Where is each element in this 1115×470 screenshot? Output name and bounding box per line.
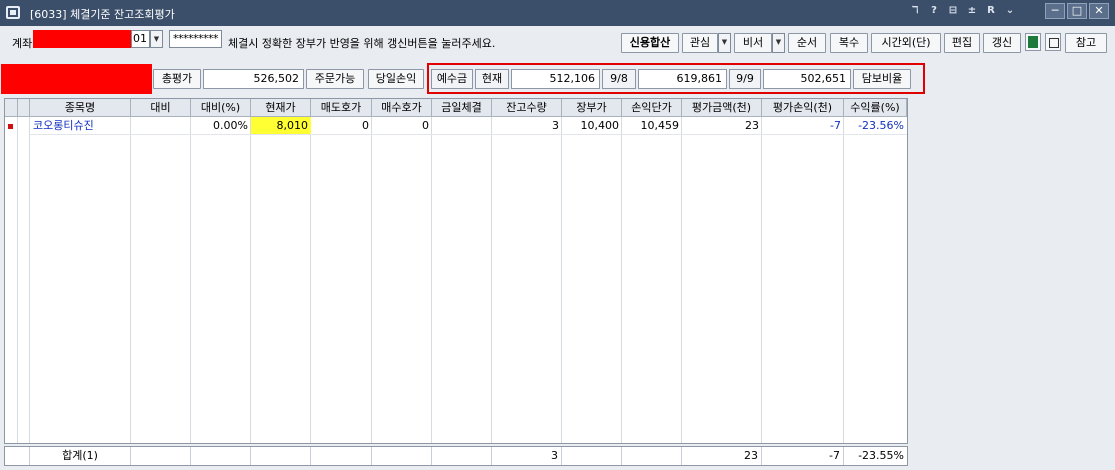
row-change-pct: 0.00% bbox=[191, 117, 251, 135]
col-eval-amt[interactable]: 평가금액(천) bbox=[682, 99, 762, 117]
link-icon[interactable]: ± bbox=[967, 5, 977, 16]
total-eval-value: 526,502 bbox=[203, 69, 304, 89]
account-label: 계좌 bbox=[12, 37, 33, 50]
pin-icon[interactable]: ℸ bbox=[910, 5, 920, 16]
col-eval-pnl[interactable]: 평가손익(천) bbox=[762, 99, 844, 117]
row-today-exec bbox=[432, 117, 492, 135]
col-book-price[interactable]: 장부가 bbox=[562, 99, 622, 117]
interest-dropdown-icon[interactable]: ▼ bbox=[718, 33, 731, 53]
account-number-redacted[interactable] bbox=[33, 30, 131, 48]
totals-qty: 3 bbox=[492, 447, 562, 465]
col-today-exec[interactable]: 금일체결 bbox=[432, 99, 492, 117]
table-header: 종목명 대비 대비(%) 현재가 매도호가 매수호가 금일체결 잔고수량 장부가… bbox=[5, 99, 907, 117]
menu-icon[interactable]: ⌄ bbox=[1005, 5, 1015, 16]
row-price: 8,010 bbox=[251, 117, 311, 135]
col-return-pct[interactable]: 수익률(%) bbox=[844, 99, 907, 117]
secretary-button[interactable]: 비서 bbox=[734, 33, 772, 53]
total-eval-button[interactable]: 총평가 bbox=[153, 69, 201, 89]
totals-return-pct: -23.55% bbox=[858, 449, 904, 462]
main-panel: 계좌 01 ▼ ********* 체결시 정확한 장부가 반영을 위해 갱신버… bbox=[0, 26, 1115, 470]
daily-pnl-button[interactable]: 당일손익 bbox=[368, 69, 424, 89]
print-icon[interactable] bbox=[1045, 33, 1061, 51]
col-bid[interactable]: 매수호가 bbox=[372, 99, 432, 117]
row-eval-amt: 23 bbox=[682, 117, 762, 135]
deposit-highlight-box bbox=[427, 63, 925, 94]
refresh-button[interactable]: 갱신 bbox=[983, 33, 1021, 53]
col-qty[interactable]: 잔고수량 bbox=[492, 99, 562, 117]
app-window-icon bbox=[6, 6, 20, 19]
window-controls: ─ □ ✕ bbox=[1045, 3, 1109, 19]
totals-eval-pnl: -7 bbox=[762, 447, 844, 465]
row-stock-name[interactable]: 코오롱티슈진 bbox=[30, 117, 131, 135]
refresh-notice: 체결시 정확한 장부가 반영을 위해 갱신버튼을 눌러주세요. bbox=[228, 37, 496, 50]
close-button[interactable]: ✕ bbox=[1089, 3, 1109, 19]
account-dropdown-arrow-icon[interactable]: ▼ bbox=[150, 30, 163, 48]
multi-button[interactable]: 복수 bbox=[830, 33, 868, 53]
credit-sum-button[interactable]: 신용합산 bbox=[621, 33, 679, 53]
layout-icon[interactable]: ⊟ bbox=[948, 5, 958, 16]
totals-eval-amt: 23 bbox=[682, 447, 762, 465]
edit-button[interactable]: 편집 bbox=[944, 33, 980, 53]
account-suffix-field[interactable]: 01 bbox=[131, 30, 150, 48]
totals-row: 합계(1) 3 23 -7 -23.55% bbox=[4, 446, 908, 466]
holdings-table[interactable]: 종목명 대비 대비(%) 현재가 매도호가 매수호가 금일체결 잔고수량 장부가… bbox=[4, 98, 908, 444]
redacted-block bbox=[1, 64, 152, 94]
row-ask: 0 bbox=[311, 117, 372, 135]
totals-label: 합계(1) bbox=[30, 447, 131, 465]
col-name[interactable]: 종목명 bbox=[30, 99, 131, 117]
minimize-button[interactable]: ─ bbox=[1045, 3, 1065, 19]
orderable-button[interactable]: 주문가능 bbox=[306, 69, 364, 89]
col-ask[interactable]: 매도호가 bbox=[311, 99, 372, 117]
help-icon[interactable]: ? bbox=[929, 5, 939, 16]
col-change[interactable]: 대비 bbox=[131, 99, 191, 117]
reference-button[interactable]: 참고 bbox=[1065, 33, 1107, 53]
window-titlebar: [6033] 체결기준 잔고조회평가 ℸ ? ⊟ ± R ⌄ ─ □ ✕ bbox=[0, 0, 1115, 26]
col-pnl-unit[interactable]: 손익단가 bbox=[622, 99, 682, 117]
row-book-price: 10,400 bbox=[562, 117, 622, 135]
row-change bbox=[131, 117, 191, 135]
row-qty: 3 bbox=[492, 117, 562, 135]
row-eval-pnl: -7 bbox=[762, 117, 844, 135]
col-change-pct[interactable]: 대비(%) bbox=[191, 99, 251, 117]
maximize-button[interactable]: □ bbox=[1067, 3, 1087, 19]
r-icon[interactable]: R bbox=[986, 5, 996, 16]
row-selected-marker bbox=[8, 124, 13, 129]
after-hours-button[interactable]: 시간외(단) bbox=[871, 33, 941, 53]
order-button[interactable]: 순서 bbox=[788, 33, 826, 53]
window-title: [6033] 체결기준 잔고조회평가 bbox=[30, 8, 175, 21]
password-field[interactable]: ********* bbox=[169, 30, 222, 48]
secretary-dropdown-icon[interactable]: ▼ bbox=[772, 33, 785, 53]
interest-button[interactable]: 관심 bbox=[682, 33, 718, 53]
excel-export-icon[interactable] bbox=[1025, 33, 1041, 51]
titlebar-tools: ℸ ? ⊟ ± R ⌄ bbox=[910, 5, 1015, 16]
row-pnl-unit: 10,459 bbox=[622, 117, 682, 135]
row-return-pct: -23.56% bbox=[844, 117, 907, 135]
row-bid: 0 bbox=[372, 117, 432, 135]
col-price[interactable]: 현재가 bbox=[251, 99, 311, 117]
